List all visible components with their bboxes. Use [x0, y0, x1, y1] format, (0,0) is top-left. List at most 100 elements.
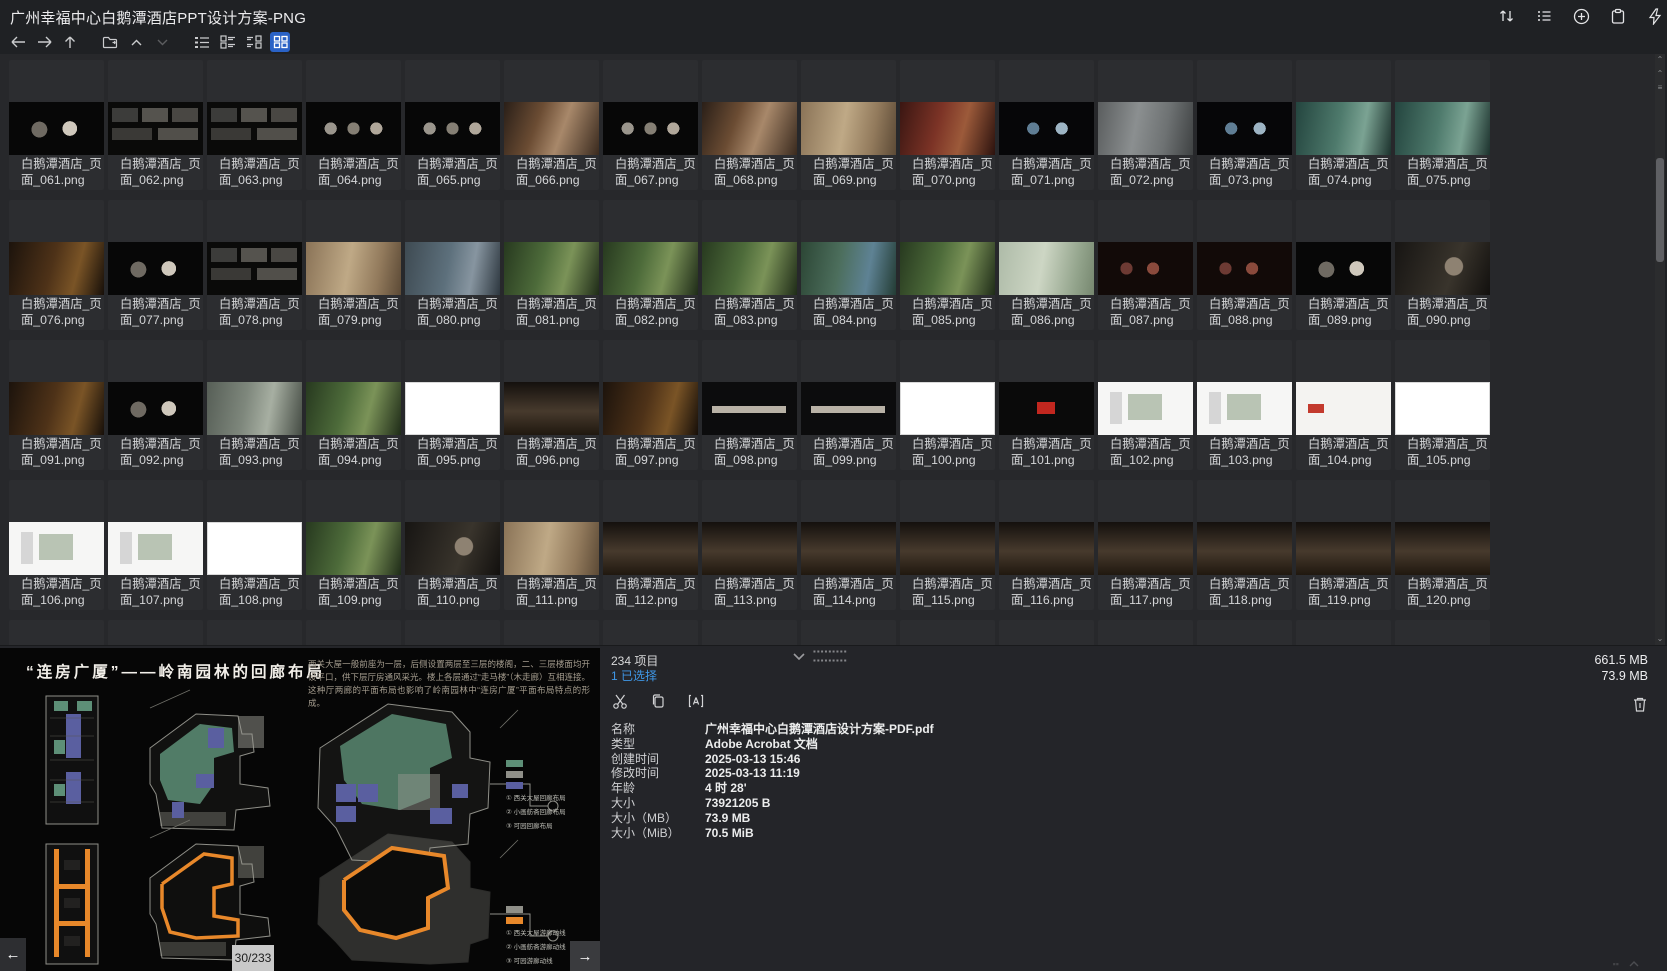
- grid-tile[interactable]: 白鹅潭酒店_页面_072.png: [1098, 60, 1193, 190]
- grid-tile[interactable]: 白鹅潭酒店_页面_114.png: [801, 480, 896, 610]
- grid-tile[interactable]: 白鹅潭酒店_页面_111.png: [504, 480, 599, 610]
- grid-tile[interactable]: 白鹅潭酒店_页面_069.png: [801, 60, 896, 190]
- grid-tile[interactable]: 白鹅潭酒店_页面_075.png: [1395, 60, 1490, 190]
- grid-tile-partial[interactable]: [1197, 620, 1292, 645]
- grid-tile[interactable]: 白鹅潭酒店_页面_068.png: [702, 60, 797, 190]
- grid-tile[interactable]: 白鹅潭酒店_页面_063.png: [207, 60, 302, 190]
- grid-tile-partial[interactable]: [504, 620, 599, 645]
- grid-tile[interactable]: 白鹅潭酒店_页面_104.png: [1296, 340, 1391, 470]
- grid-tile[interactable]: 白鹅潭酒店_页面_085.png: [900, 200, 995, 330]
- grid-tile[interactable]: 白鹅潭酒店_页面_118.png: [1197, 480, 1292, 610]
- grid-tile[interactable]: 白鹅潭酒店_页面_108.png: [207, 480, 302, 610]
- preview-pane[interactable]: “连房广厦”——岭南园林的回廊布局 西关大屋一般前座为一层，后侧设置两层至三层的…: [0, 648, 600, 971]
- grid-tile[interactable]: 白鹅潭酒店_页面_084.png: [801, 200, 896, 330]
- grid-tile[interactable]: 白鹅潭酒店_页面_087.png: [1098, 200, 1193, 330]
- grid-tile[interactable]: 白鹅潭酒店_页面_110.png: [405, 480, 500, 610]
- list-view-icon[interactable]: [192, 32, 212, 52]
- delete-icon[interactable]: [1630, 694, 1650, 714]
- grid-tile-partial[interactable]: [702, 620, 797, 645]
- forward-icon[interactable]: [34, 32, 54, 52]
- grid-tile[interactable]: 白鹅潭酒店_页面_112.png: [603, 480, 698, 610]
- grid-tile[interactable]: 白鹅潭酒店_页面_070.png: [900, 60, 995, 190]
- grid-tile-partial[interactable]: [1395, 620, 1490, 645]
- grid-tile[interactable]: 白鹅潭酒店_页面_062.png: [108, 60, 203, 190]
- scrollbar-down-icon[interactable]: ⌄: [1655, 633, 1665, 645]
- grid-tile[interactable]: 白鹅潭酒店_页面_081.png: [504, 200, 599, 330]
- grid-tile[interactable]: 白鹅潭酒店_页面_080.png: [405, 200, 500, 330]
- grid-tile[interactable]: 白鹅潭酒店_页面_107.png: [108, 480, 203, 610]
- grid-tile[interactable]: 白鹅潭酒店_页面_095.png: [405, 340, 500, 470]
- content-view-icon[interactable]: [244, 32, 264, 52]
- grid-tile-partial[interactable]: [1098, 620, 1193, 645]
- grid-tile[interactable]: 白鹅潭酒店_页面_091.png: [9, 340, 104, 470]
- grid-tile[interactable]: 白鹅潭酒店_页面_065.png: [405, 60, 500, 190]
- grid-tile[interactable]: 白鹅潭酒店_页面_083.png: [702, 200, 797, 330]
- tiles-view-icon[interactable]: [218, 32, 238, 52]
- preview-prev-button[interactable]: ←: [0, 938, 26, 971]
- grid-tile[interactable]: 白鹅潭酒店_页面_097.png: [603, 340, 698, 470]
- copy-icon[interactable]: [646, 690, 670, 712]
- grid-tile-partial[interactable]: [603, 620, 698, 645]
- grid-tile[interactable]: 白鹅潭酒店_页面_096.png: [504, 340, 599, 470]
- grid-tile-partial[interactable]: [999, 620, 1094, 645]
- scrollbar-pageup-icon[interactable]: ⌃: [1655, 68, 1665, 80]
- grid-tile[interactable]: 白鹅潭酒店_页面_120.png: [1395, 480, 1490, 610]
- grid-tile[interactable]: 白鹅潭酒店_页面_066.png: [504, 60, 599, 190]
- grid-tile[interactable]: 白鹅潭酒店_页面_079.png: [306, 200, 401, 330]
- lightning-icon[interactable]: [1645, 6, 1665, 26]
- grid-tile[interactable]: 白鹅潭酒店_页面_109.png: [306, 480, 401, 610]
- collapse-up-icon[interactable]: [126, 32, 146, 52]
- grid-tile[interactable]: 白鹅潭酒店_页面_089.png: [1296, 200, 1391, 330]
- grid-tile[interactable]: 白鹅潭酒店_页面_082.png: [603, 200, 698, 330]
- grid-tile[interactable]: 白鹅潭酒店_页面_073.png: [1197, 60, 1292, 190]
- grid-tile[interactable]: 白鹅潭酒店_页面_106.png: [9, 480, 104, 610]
- grid-tile[interactable]: 白鹅潭酒店_页面_102.png: [1098, 340, 1193, 470]
- grid-tile[interactable]: 白鹅潭酒店_页面_100.png: [900, 340, 995, 470]
- grid-tile[interactable]: 白鹅潭酒店_页面_117.png: [1098, 480, 1193, 610]
- grid-tile-partial[interactable]: [1296, 620, 1391, 645]
- scrollbar-thumb[interactable]: [1656, 158, 1664, 262]
- scrollbar-up-icon[interactable]: ⌃: [1655, 54, 1665, 66]
- grid-tile[interactable]: 白鹅潭酒店_页面_101.png: [999, 340, 1094, 470]
- grid-tile[interactable]: 白鹅潭酒店_页面_067.png: [603, 60, 698, 190]
- grid-tile[interactable]: 白鹅潭酒店_页面_115.png: [900, 480, 995, 610]
- paste-icon[interactable]: [1608, 6, 1628, 26]
- grid-tile[interactable]: 白鹅潭酒店_页面_086.png: [999, 200, 1094, 330]
- vertical-scrollbar[interactable]: ⌃ ⌃ ≡ ⌄: [1655, 54, 1665, 645]
- grid-tile[interactable]: 白鹅潭酒店_页面_098.png: [702, 340, 797, 470]
- grid-tile[interactable]: 白鹅潭酒店_页面_092.png: [108, 340, 203, 470]
- collapse-down-icon[interactable]: [152, 32, 172, 52]
- scrollbar-grip-icon[interactable]: ≡: [1655, 82, 1665, 94]
- hidden-taskbar-hint[interactable]: ▪▪: [1613, 959, 1639, 969]
- grid-tile[interactable]: 白鹅潭酒店_页面_113.png: [702, 480, 797, 610]
- folder-history-icon[interactable]: [100, 32, 120, 52]
- sort-icon[interactable]: [1497, 6, 1517, 26]
- view-options-icon[interactable]: [1534, 6, 1554, 26]
- grid-tile[interactable]: 白鹅潭酒店_页面_103.png: [1197, 340, 1292, 470]
- grid-view-icon[interactable]: [270, 32, 290, 52]
- grid-tile[interactable]: 白鹅潭酒店_页面_094.png: [306, 340, 401, 470]
- grid-tile[interactable]: 白鹅潭酒店_页面_076.png: [9, 200, 104, 330]
- preview-next-button[interactable]: →: [570, 941, 600, 971]
- add-new-icon[interactable]: [1571, 6, 1591, 26]
- grid-tile[interactable]: 白鹅潭酒店_页面_090.png: [1395, 200, 1490, 330]
- grid-tile[interactable]: 白鹅潭酒店_页面_071.png: [999, 60, 1094, 190]
- grid-tile-partial[interactable]: [900, 620, 995, 645]
- panel-collapse-handle[interactable]: ▪▪▪▪▪▪▪▪▪▪▪▪▪▪▪▪▪▪: [793, 647, 848, 665]
- cut-icon[interactable]: [608, 690, 632, 712]
- grid-tile[interactable]: 白鹅潭酒店_页面_119.png: [1296, 480, 1391, 610]
- rename-icon[interactable]: [684, 690, 708, 712]
- grid-tile-partial[interactable]: [801, 620, 896, 645]
- grid-tile[interactable]: 白鹅潭酒店_页面_078.png: [207, 200, 302, 330]
- grid-tile-partial[interactable]: [9, 620, 104, 645]
- up-icon[interactable]: [60, 32, 80, 52]
- grid-tile-partial[interactable]: [207, 620, 302, 645]
- grid-tile[interactable]: 白鹅潭酒店_页面_093.png: [207, 340, 302, 470]
- grid-tile[interactable]: 白鹅潭酒店_页面_061.png: [9, 60, 104, 190]
- grid-tile[interactable]: 白鹅潭酒店_页面_105.png: [1395, 340, 1490, 470]
- grid-tile[interactable]: 白鹅潭酒店_页面_074.png: [1296, 60, 1391, 190]
- grid-tile[interactable]: 白鹅潭酒店_页面_088.png: [1197, 200, 1292, 330]
- grid-tile-partial[interactable]: [405, 620, 500, 645]
- grid-tile-partial[interactable]: [108, 620, 203, 645]
- grid-tile[interactable]: 白鹅潭酒店_页面_099.png: [801, 340, 896, 470]
